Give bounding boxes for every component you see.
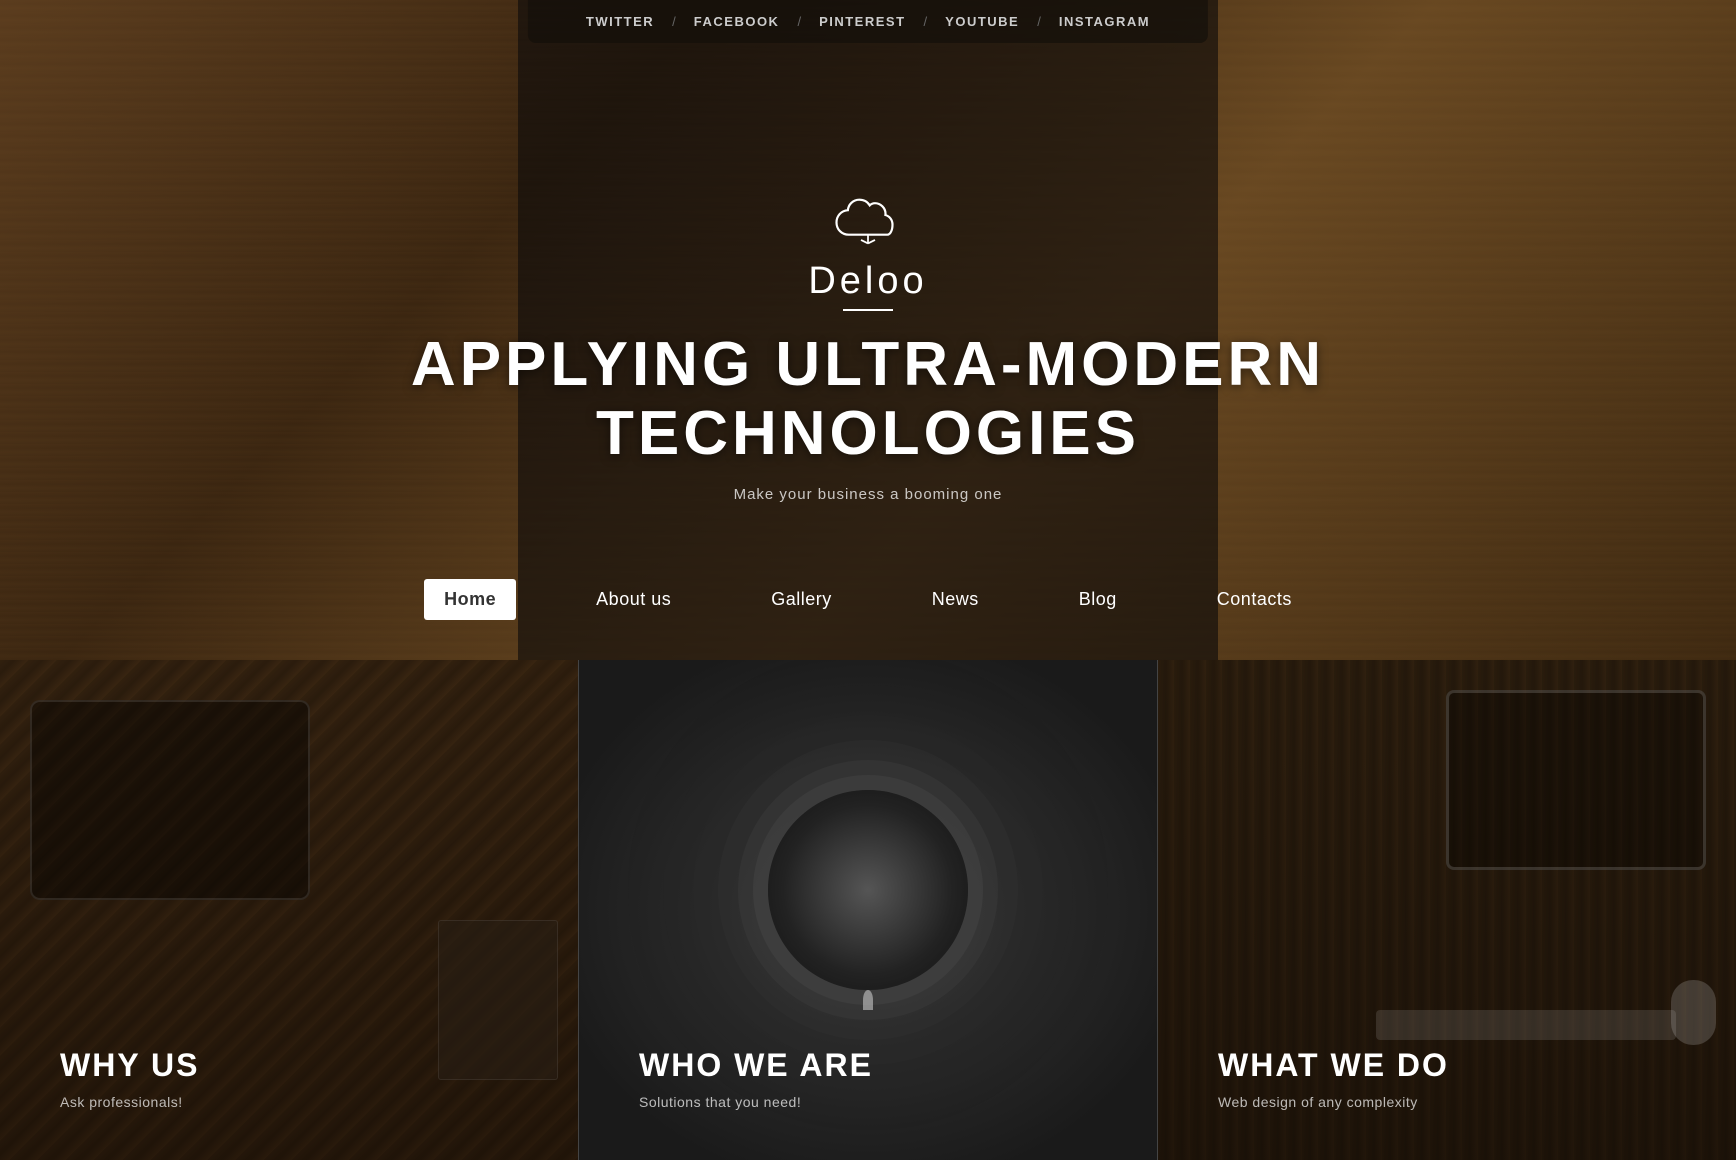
- what-we-do-subtitle: Web design of any complexity: [1218, 1094, 1676, 1110]
- nav-home[interactable]: Home: [424, 579, 516, 620]
- main-nav: Home About us Gallery News Blog Contacts: [0, 579, 1736, 660]
- nav-about[interactable]: About us: [576, 579, 691, 620]
- why-us-title: WHY US: [60, 1047, 518, 1084]
- social-instagram[interactable]: INSTAGRAM: [1041, 14, 1168, 29]
- panel-what-we-do: WHAT WE DO Web design of any complexity: [1158, 660, 1736, 1160]
- who-we-are-subtitle: Solutions that you need!: [639, 1094, 1097, 1110]
- mouse-decoration: [1671, 980, 1716, 1045]
- nav-gallery[interactable]: Gallery: [751, 579, 852, 620]
- hero-section: TWITTER / FACEBOOK / PINTEREST / YOUTUBE…: [0, 0, 1736, 660]
- who-we-are-title: WHO WE ARE: [639, 1047, 1097, 1084]
- why-us-subtitle: Ask professionals!: [60, 1094, 518, 1110]
- cloud-icon: [411, 197, 1325, 252]
- nav-contacts[interactable]: Contacts: [1197, 579, 1312, 620]
- monitor-decoration: [1446, 690, 1706, 870]
- hero-subtext: Make your business a booming one: [411, 486, 1325, 503]
- bottom-panels: WHY US Ask professionals! WHO WE ARE Sol…: [0, 660, 1736, 1160]
- keyboard-decoration: [1376, 1010, 1676, 1040]
- hero-content: Deloo APPLYING ULTRA-MODERN TECHNOLOGIES…: [411, 137, 1325, 542]
- social-nav: TWITTER / FACEBOOK / PINTEREST / YOUTUBE…: [528, 0, 1208, 43]
- panel-who-we-are: WHO WE ARE Solutions that you need!: [578, 660, 1158, 1160]
- figure-decoration: [863, 990, 873, 1010]
- what-we-do-title: WHAT WE DO: [1218, 1047, 1676, 1084]
- social-facebook[interactable]: FACEBOOK: [676, 14, 798, 29]
- nav-news[interactable]: News: [912, 579, 999, 620]
- nav-blog[interactable]: Blog: [1059, 579, 1137, 620]
- tunnel-decoration: [768, 790, 968, 990]
- social-youtube[interactable]: YOUTUBE: [927, 14, 1037, 29]
- hero-headline: APPLYING ULTRA-MODERN TECHNOLOGIES: [411, 331, 1325, 467]
- panel-why-us: WHY US Ask professionals!: [0, 660, 578, 1160]
- tablet-decoration: [30, 700, 310, 900]
- social-twitter[interactable]: TWITTER: [568, 14, 672, 29]
- brand-name: Deloo: [411, 260, 1325, 303]
- brand-underline: [843, 309, 893, 311]
- social-pinterest[interactable]: PINTEREST: [801, 14, 923, 29]
